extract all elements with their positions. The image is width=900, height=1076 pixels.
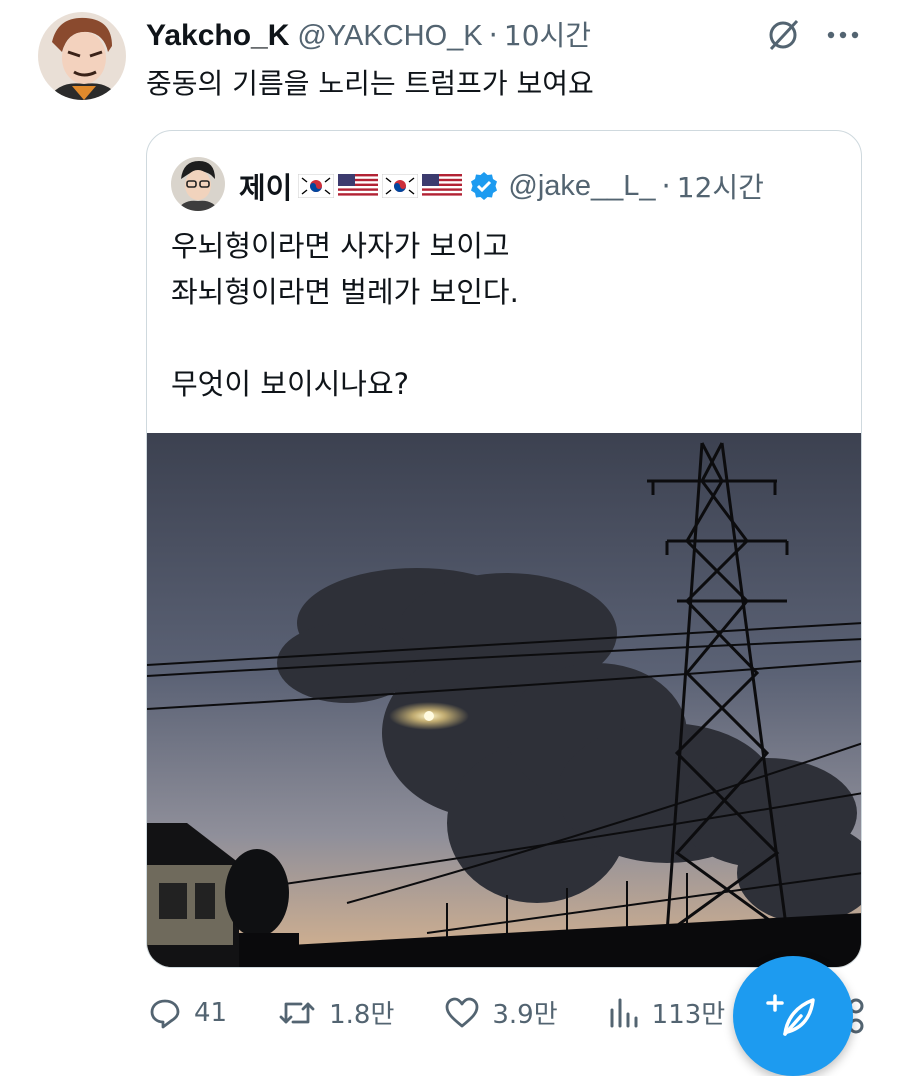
- retweet-count: 1.8만: [329, 1000, 395, 1030]
- quoted-time[interactable]: 12시간: [677, 166, 764, 206]
- tweet-time[interactable]: 10시간: [504, 14, 591, 54]
- us-flag-icon: [422, 174, 463, 198]
- separator: ·: [488, 18, 498, 52]
- like-button[interactable]: 3.9만: [444, 994, 558, 1031]
- korea-flag-icon: [298, 174, 335, 198]
- reply-count: 41: [194, 997, 228, 1028]
- separator: ·: [661, 169, 671, 203]
- quoted-text: 우뇌형이라면 사자가 보이고 좌뇌형이라면 벌레가 보인다. 무엇이 보이시나요…: [171, 229, 519, 401]
- retweet-button[interactable]: 1.8만: [277, 994, 394, 1031]
- author-handle[interactable]: @YAKCHO_K: [297, 20, 482, 53]
- flag-emojis: [298, 174, 463, 198]
- us-flag-icon: [338, 174, 379, 198]
- tweet-header: Yakcho_K @YAKCHO_K · 10시간: [146, 14, 591, 54]
- like-count: 3.9만: [492, 1000, 558, 1030]
- views-button[interactable]: 113만: [608, 994, 726, 1031]
- author-avatar[interactable]: [38, 12, 126, 100]
- retweet-icon: [279, 1002, 315, 1023]
- korea-flag-icon: [382, 174, 419, 198]
- reply-button[interactable]: 41: [148, 996, 227, 1030]
- compose-button[interactable]: [733, 956, 853, 1076]
- view-count: 113만: [651, 1000, 726, 1030]
- tweet-top-actions: [766, 18, 860, 52]
- quoted-author-handle[interactable]: @jake__L_: [508, 170, 655, 203]
- tweet-text: 중동의 기름을 노리는 트럼프가 보여요: [146, 67, 594, 100]
- quoted-photo[interactable]: [147, 433, 861, 967]
- action-bar: 41 1.8만 3.9만 113만: [148, 994, 775, 1031]
- reply-icon: [150, 999, 180, 1028]
- quoted-author-name[interactable]: 제이: [239, 165, 292, 207]
- slashed-circle-icon[interactable]: [766, 18, 800, 52]
- quoted-tweet[interactable]: 제이 @jake__L_ · 12시간 우뇌형이라면 사자가 보이고 좌뇌형이라…: [146, 130, 862, 968]
- more-icon[interactable]: [826, 29, 860, 41]
- verified-badge-icon: [468, 170, 500, 202]
- views-icon: [610, 998, 638, 1027]
- heart-icon: [445, 997, 479, 1027]
- quoted-header: 제이 @jake__L_ · 12시간: [239, 165, 764, 207]
- author-name[interactable]: Yakcho_K: [146, 19, 289, 53]
- quoted-author-avatar[interactable]: [171, 157, 225, 211]
- feather-plus-icon: [766, 994, 815, 1036]
